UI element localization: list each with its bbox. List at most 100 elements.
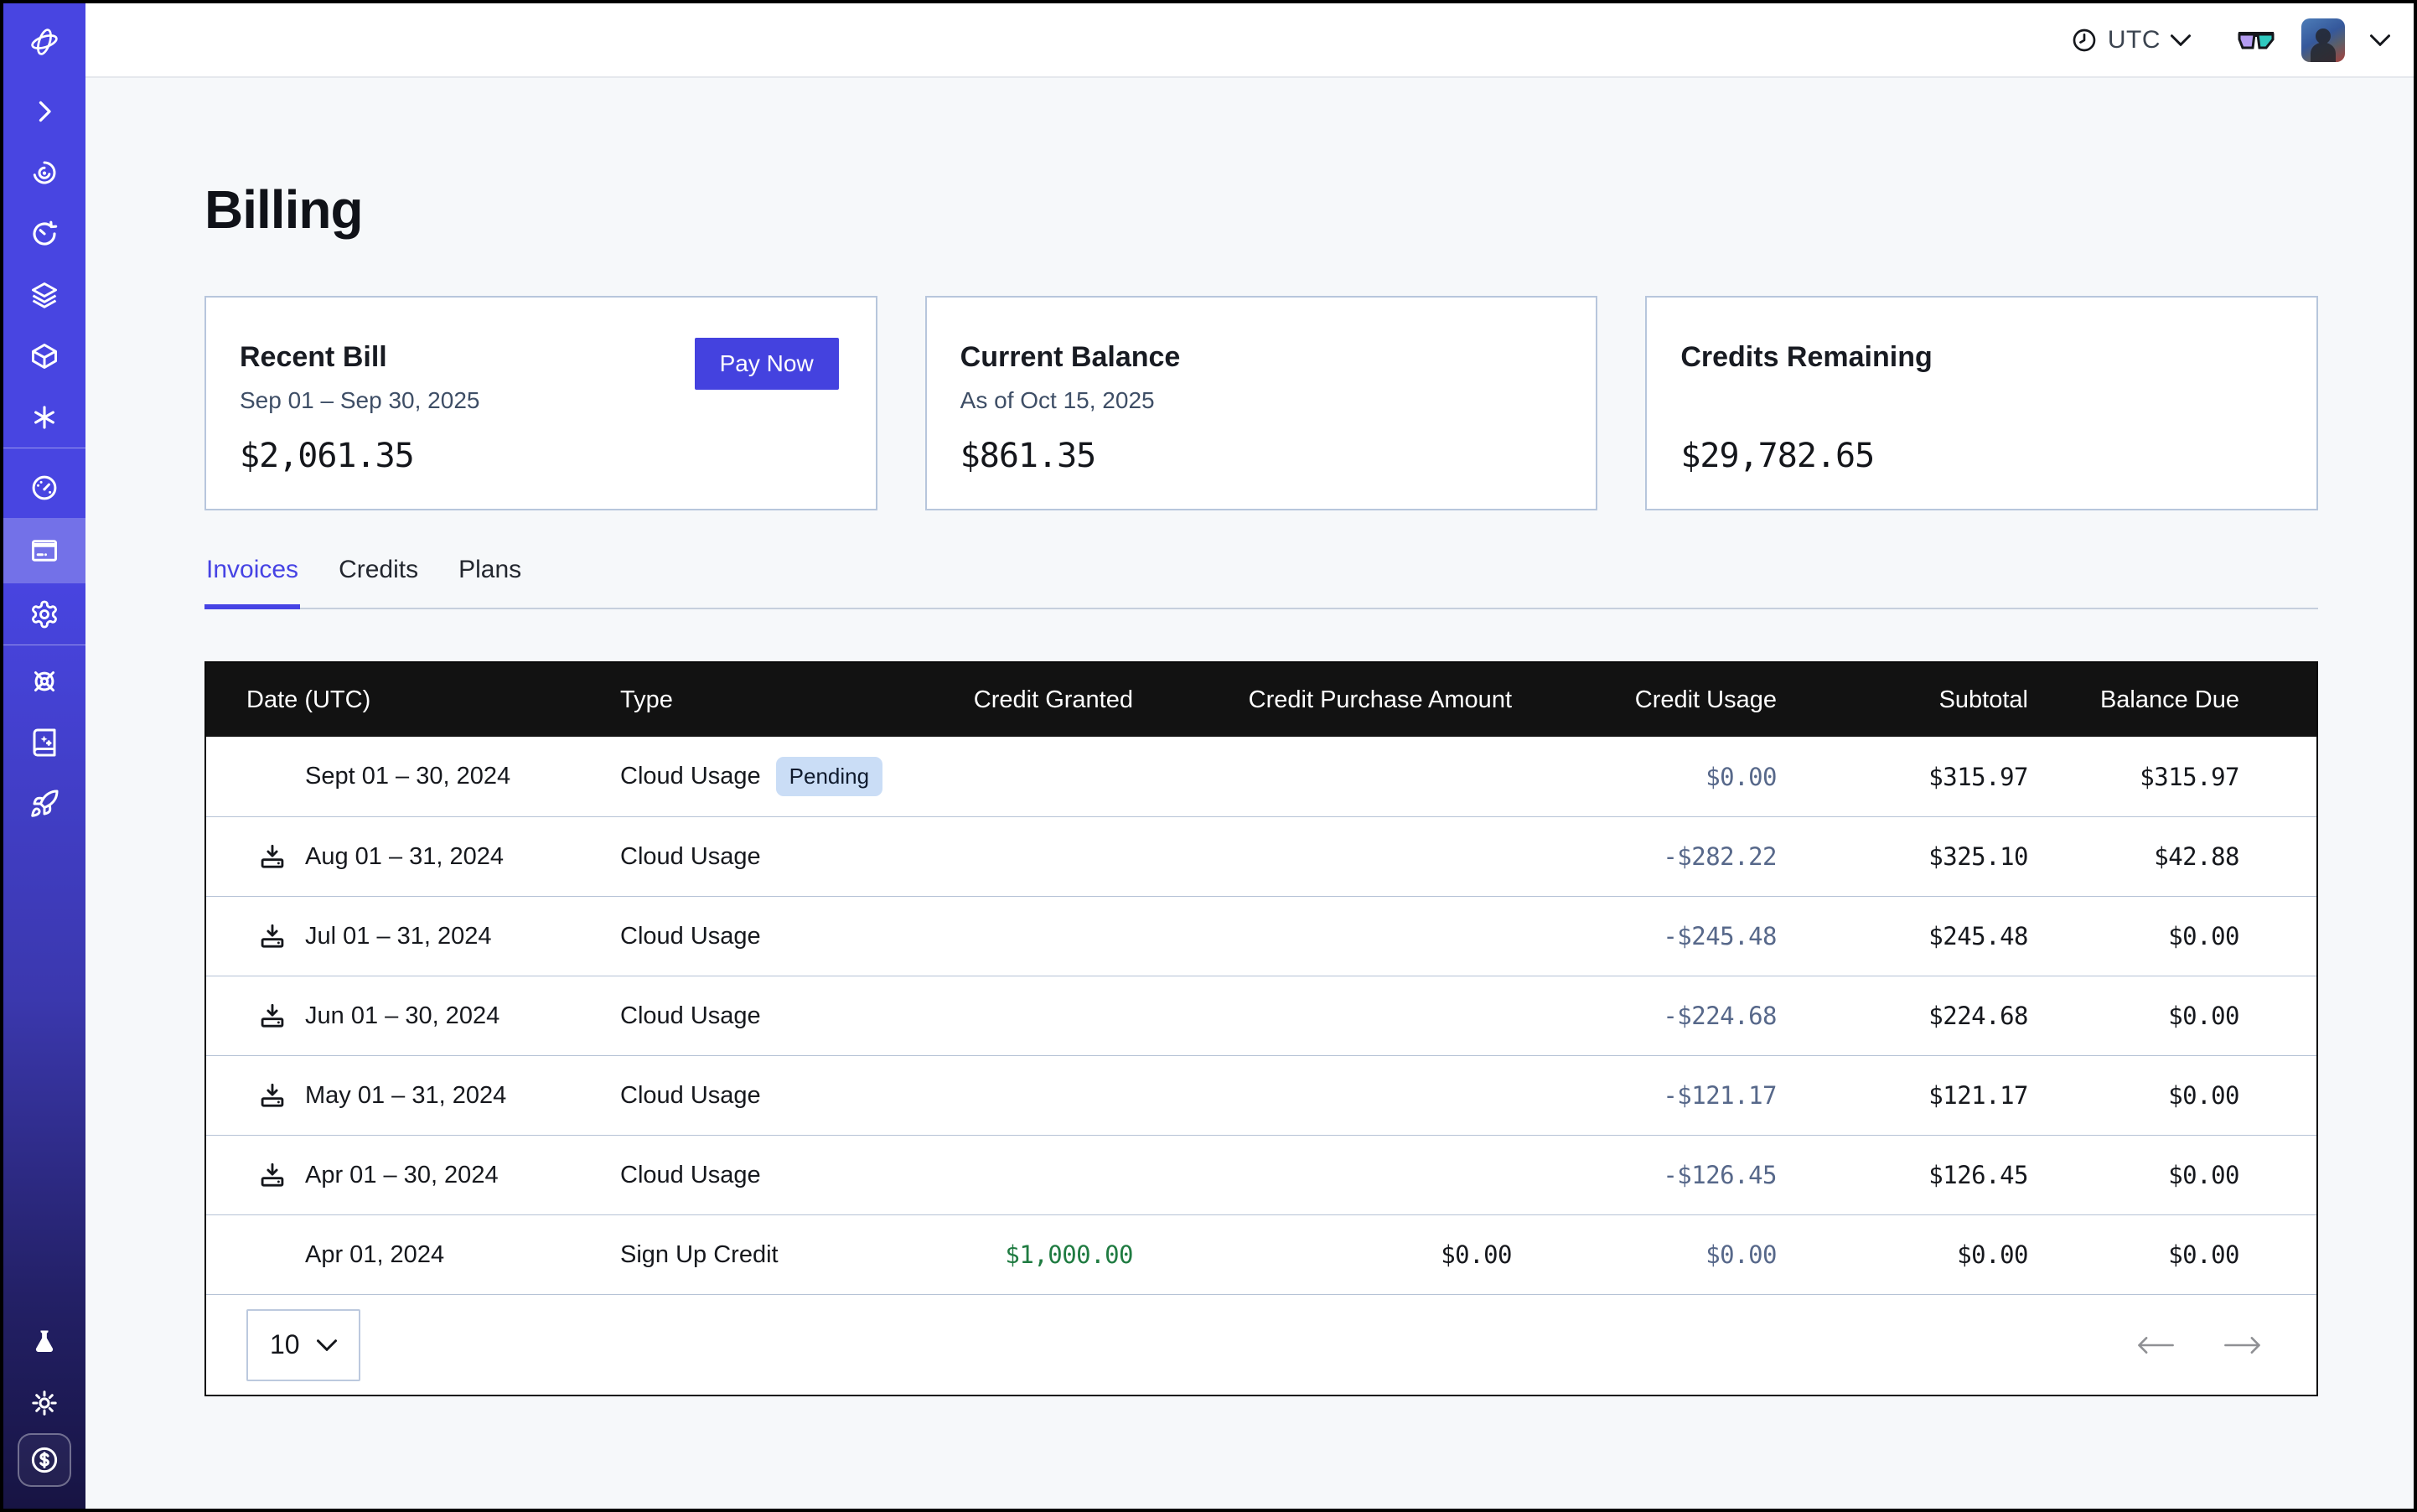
invoice-date: Apr 01, 2024: [305, 1241, 444, 1269]
subtotal-value: $315.97: [1777, 763, 2028, 791]
asterisk-icon[interactable]: [3, 386, 85, 448]
credit-usage-value: -$121.17: [1512, 1081, 1777, 1110]
box-icon[interactable]: [3, 325, 85, 386]
recent-bill-amount: $2,061.35: [240, 437, 414, 475]
download-invoice-icon[interactable]: [258, 842, 287, 871]
scan-eye-icon[interactable]: [3, 142, 85, 203]
status-badge: Pending: [776, 757, 882, 796]
clock-icon: [2071, 27, 2098, 54]
credit-usage-value: $0.00: [1512, 1240, 1777, 1269]
col-subtotal: Subtotal: [1777, 686, 2028, 714]
subtotal-value: $126.45: [1777, 1161, 2028, 1189]
table-row: Jun 01 – 30, 2024 Cloud Usage -$224.68$224…: [206, 976, 2316, 1055]
wheel-icon[interactable]: [3, 650, 85, 712]
credit-usage-value: -$126.45: [1512, 1161, 1777, 1189]
invoice-type: Cloud Usage: [620, 1082, 761, 1110]
flask-icon[interactable]: [3, 1311, 85, 1372]
main-content: Billing Recent Bill Sep 01 – Sep 30, 202…: [85, 78, 2414, 1509]
invoice-date-cell: Apr 01, 2024: [246, 1240, 620, 1269]
balance-due-value: $0.00: [2028, 1002, 2239, 1030]
card-title: Credits Remaining: [1680, 341, 2283, 374]
billing-tabs: Invoices Credits Plans: [204, 556, 2318, 609]
summary-cards: Recent Bill Sep 01 – Sep 30, 2025 $2,061…: [204, 296, 2318, 510]
layers-icon[interactable]: [3, 264, 85, 325]
book-sparkle-icon[interactable]: [3, 712, 85, 773]
table-row: Jul 01 – 31, 2024Cloud Usage-$245.48$245…: [206, 896, 2316, 976]
orbit-logo-icon[interactable]: [3, 3, 85, 80]
col-credit-usage: Credit Usage: [1512, 686, 1777, 714]
download-invoice-icon[interactable]: [258, 1002, 287, 1030]
balance-due-value: $0.00: [2028, 1240, 2239, 1269]
table-header: Date (UTC) Type Credit Granted Credit Pu…: [206, 663, 2316, 737]
balance-due-value: $0.00: [2028, 1081, 2239, 1110]
invoices-table: Date (UTC) Type Credit Granted Credit Pu…: [204, 661, 2318, 1396]
table-pagination: 10: [206, 1294, 2316, 1395]
balance-due-value: $0.00: [2028, 922, 2239, 950]
credit-usage-value: -$224.68: [1512, 1002, 1777, 1030]
credit-usage-value: -$245.48: [1512, 922, 1777, 950]
next-page-button[interactable]: [2223, 1334, 2263, 1356]
tab-credits[interactable]: Credits: [337, 556, 420, 609]
table-row: May 01 – 31, 2024Cloud Usage-$121.17$121…: [206, 1055, 2316, 1135]
invoice-date: Jun 01 – 30, 2024: [305, 1002, 499, 1030]
invoice-date: Jul 01 – 31, 2024: [305, 923, 492, 950]
download-invoice-icon[interactable]: [258, 922, 287, 950]
invoice-date: Sept 01 – 30, 2024: [305, 763, 510, 790]
billing-card-icon[interactable]: [3, 518, 85, 583]
download-invoice-icon[interactable]: [258, 1161, 287, 1189]
dollar-badge-icon[interactable]: [18, 1433, 71, 1487]
chevron-down-icon: [317, 1339, 337, 1351]
invoice-date: Apr 01 – 30, 2024: [305, 1162, 499, 1189]
chevron-down-icon: [2171, 34, 2191, 46]
download-invoice-icon[interactable]: [258, 1081, 287, 1110]
sidebar: [3, 3, 85, 1509]
invoice-type-cell: Cloud Usage Pending: [620, 757, 965, 796]
balance-due-value: $42.88: [2028, 842, 2239, 871]
subtotal-value: $0.00: [1777, 1240, 2028, 1269]
tab-invoices[interactable]: Invoices: [204, 556, 300, 609]
invoice-type-cell: Cloud Usage: [620, 843, 965, 871]
chevron-right-icon[interactable]: [3, 80, 85, 142]
pay-now-button[interactable]: Pay Now: [695, 338, 839, 390]
gear-icon[interactable]: [3, 583, 85, 645]
timezone-select[interactable]: UTC: [2071, 26, 2191, 54]
invoice-date: Aug 01 – 31, 2024: [305, 843, 504, 871]
invoice-date-cell: May 01 – 31, 2024: [246, 1081, 620, 1110]
table-row: Aug 01 – 31, 2024Cloud Usage-$282.22$325…: [206, 816, 2316, 896]
invoice-type-cell: Cloud Usage: [620, 1162, 965, 1189]
subtotal-value: $224.68: [1777, 1002, 2028, 1030]
col-type: Type: [620, 686, 965, 714]
invoice-type: Cloud Usage: [620, 1002, 761, 1030]
invoice-date-cell: Aug 01 – 31, 2024: [246, 842, 620, 871]
timer-icon[interactable]: [3, 203, 85, 264]
credits-remaining-amount: $29,782.65: [1680, 437, 1874, 475]
gauge-icon[interactable]: [3, 457, 85, 518]
col-credit-purchase: Credit Purchase Amount: [1133, 686, 1512, 714]
subtotal-value: $245.48: [1777, 922, 2028, 950]
invoice-type-cell: Sign Up Credit: [620, 1241, 965, 1269]
table-body: Sept 01 – 30, 2024 Cloud Usage Pending $0.0…: [206, 737, 2316, 1294]
chevron-down-icon[interactable]: [2370, 34, 2390, 46]
page-size-select[interactable]: 10: [246, 1309, 360, 1381]
credit-usage-value: $0.00: [1512, 763, 1777, 791]
rocket-icon[interactable]: [3, 773, 85, 834]
goggles-icon[interactable]: [2236, 28, 2276, 53]
avatar[interactable]: [2301, 18, 2345, 62]
balance-due-value: $0.00: [2028, 1161, 2239, 1189]
tab-plans[interactable]: Plans: [457, 556, 523, 609]
prev-page-button[interactable]: [2135, 1334, 2176, 1356]
invoice-date-cell: Apr 01 – 30, 2024: [246, 1161, 620, 1189]
table-row: Apr 01 – 30, 2024 Cloud Usage -$126.45$126…: [206, 1135, 2316, 1214]
credits-remaining-card: Credits Remaining $29,782.65: [1645, 296, 2318, 510]
timezone-label: UTC: [2108, 26, 2161, 54]
invoice-date-cell: Jun 01 – 30, 2024: [246, 1002, 620, 1030]
invoice-type: Cloud Usage: [620, 1162, 761, 1189]
invoice-type: Cloud Usage: [620, 843, 761, 871]
billing-page: UTC Billing Recent Bill Sep 01 – Sep 30,…: [0, 0, 2417, 1512]
invoice-type: Cloud Usage: [620, 763, 761, 790]
subtotal-value: $325.10: [1777, 842, 2028, 871]
sun-icon[interactable]: [3, 1372, 85, 1433]
invoice-date-cell: Sept 01 – 30, 2024: [246, 763, 620, 791]
col-credit-granted: Credit Granted: [965, 686, 1133, 714]
table-row: Sept 01 – 30, 2024 Cloud Usage Pending $0.0…: [206, 737, 2316, 816]
